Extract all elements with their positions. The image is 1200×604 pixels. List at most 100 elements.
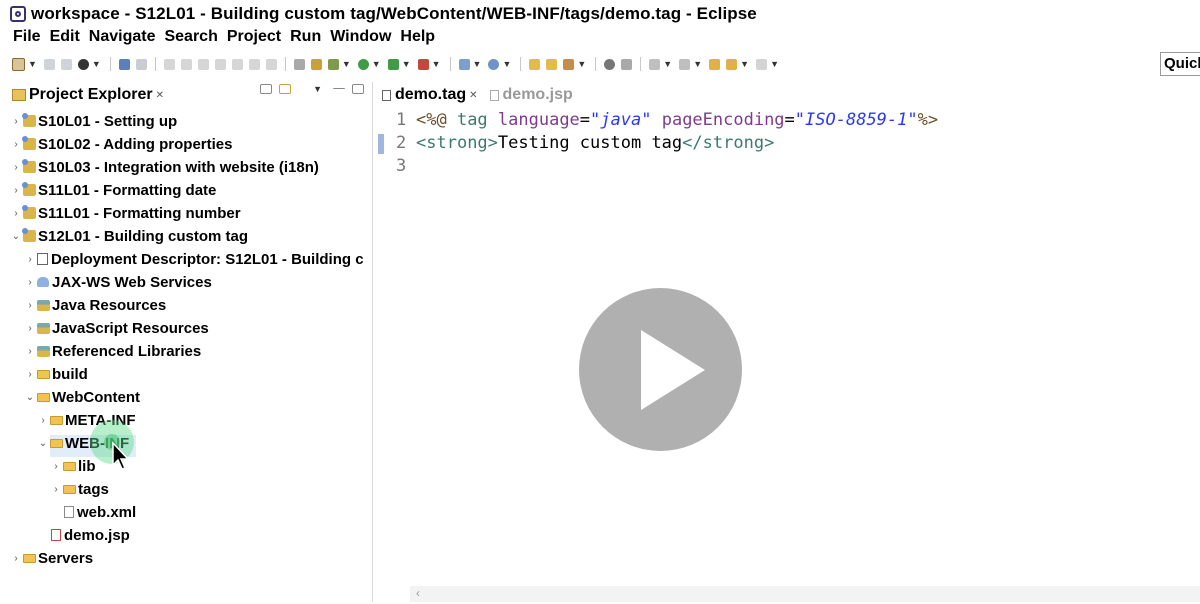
chevron-right-icon[interactable]: › xyxy=(24,300,36,311)
code-line[interactable]: 3 xyxy=(396,154,416,177)
disconnect-icon[interactable] xyxy=(214,58,226,70)
save-icon[interactable] xyxy=(43,58,55,70)
chevron-down-icon[interactable]: ▼ xyxy=(740,59,749,69)
close-icon[interactable]: ✕ xyxy=(156,90,164,101)
tree-item-tags[interactable]: › tags xyxy=(50,478,109,500)
chevron-down-icon[interactable]: ▼ xyxy=(577,59,586,69)
chevron-right-icon[interactable]: › xyxy=(50,484,62,495)
annotation-icon[interactable] xyxy=(621,58,633,70)
chevron-right-icon[interactable]: › xyxy=(10,116,22,127)
menu-search[interactable]: Search xyxy=(164,28,217,46)
code-line[interactable]: 2 < strong > Testing custom tag </strong > xyxy=(396,131,774,154)
step-return-icon[interactable] xyxy=(265,58,277,70)
chevron-down-icon[interactable]: ⌄ xyxy=(24,392,36,403)
menu-window[interactable]: Window xyxy=(330,28,391,46)
bug-icon[interactable] xyxy=(327,58,339,70)
menu-run[interactable]: Run xyxy=(290,28,321,46)
new-server-icon[interactable] xyxy=(458,58,470,70)
tree-item-s10l02[interactable]: › S10L02 - Adding properties xyxy=(10,133,232,155)
code-line[interactable]: 1 <%@ tag language = "java" pageEncoding = "I… xyxy=(396,108,938,131)
tree-item-s11l01-date[interactable]: › S11L01 - Formatting date xyxy=(10,179,216,201)
step-over-icon[interactable] xyxy=(248,58,260,70)
menu-help[interactable]: Help xyxy=(400,28,435,46)
chevron-right-icon[interactable]: › xyxy=(10,185,22,196)
menu-edit[interactable]: Edit xyxy=(50,28,80,46)
chevron-down-icon[interactable]: ▼ xyxy=(770,59,779,69)
menu-project[interactable]: Project xyxy=(227,28,281,46)
chevron-down-icon[interactable]: ▼ xyxy=(402,59,411,69)
horizontal-scrollbar[interactable]: ‹ xyxy=(410,586,1200,602)
run-icon[interactable] xyxy=(357,58,369,70)
chevron-down-icon[interactable]: ▼ xyxy=(28,59,37,69)
tree-item-s12l01[interactable]: ⌄ S12L01 - Building custom tag xyxy=(10,225,248,247)
chevron-right-icon[interactable]: › xyxy=(10,139,22,150)
filter-icon[interactable] xyxy=(298,84,306,94)
chevron-left-icon[interactable]: ‹ xyxy=(416,586,420,600)
menu-navigate[interactable]: Navigate xyxy=(89,28,156,46)
next-annotation-icon[interactable] xyxy=(649,58,661,70)
build-icon[interactable] xyxy=(310,58,322,70)
chevron-down-icon[interactable]: ⌄ xyxy=(37,438,49,449)
maximize-icon[interactable] xyxy=(352,84,364,94)
tree-item-java-resources[interactable]: › Java Resources xyxy=(24,294,166,316)
tree-item-referenced-libraries[interactable]: › Referenced Libraries xyxy=(24,340,201,362)
chevron-down-icon[interactable]: ▼ xyxy=(693,59,702,69)
link-editor-icon[interactable] xyxy=(279,84,292,94)
search-icon[interactable] xyxy=(563,58,575,70)
skip-breakpoints-icon[interactable] xyxy=(135,58,147,70)
resume-icon[interactable] xyxy=(163,58,175,70)
open-task-icon[interactable] xyxy=(546,58,558,70)
chevron-down-icon[interactable]: ▼ xyxy=(473,59,482,69)
minimize-icon[interactable] xyxy=(333,88,345,90)
chevron-right-icon[interactable]: › xyxy=(24,323,36,334)
format-icon[interactable] xyxy=(293,58,305,70)
back-icon[interactable] xyxy=(726,58,738,70)
tab-demo-jsp[interactable]: demo.jsp xyxy=(484,82,579,108)
chevron-right-icon[interactable]: › xyxy=(10,208,22,219)
tree-item-javascript-resources[interactable]: › JavaScript Resources xyxy=(24,317,208,339)
collapse-all-icon[interactable] xyxy=(260,84,273,94)
new-java-class-icon[interactable] xyxy=(488,58,500,70)
tree-item-s10l01[interactable]: › S10L01 - Setting up xyxy=(10,110,177,132)
project-explorer-tab[interactable]: Project Explorer ✕ xyxy=(6,82,164,108)
publish-icon[interactable] xyxy=(77,58,89,70)
chevron-right-icon[interactable]: › xyxy=(24,369,36,380)
chevron-down-icon[interactable]: ▼ xyxy=(663,59,672,69)
chevron-right-icon[interactable]: › xyxy=(24,277,36,288)
tree-item-build[interactable]: › build xyxy=(24,363,88,385)
external-tools-icon[interactable] xyxy=(417,58,429,70)
prev-annotation-icon[interactable] xyxy=(679,58,691,70)
save-all-icon[interactable] xyxy=(60,58,72,70)
chevron-down-icon[interactable]: ⌄ xyxy=(10,231,22,242)
tree-item-s10l03[interactable]: › S10L03 - Integration with website (i18… xyxy=(10,156,319,178)
terminate-icon[interactable] xyxy=(197,58,209,70)
close-icon[interactable]: ✕ xyxy=(469,90,477,101)
chevron-right-icon[interactable]: › xyxy=(37,415,49,426)
last-edit-icon[interactable] xyxy=(709,58,721,70)
chevron-right-icon[interactable]: › xyxy=(50,461,62,472)
tree-item-s11l01-number[interactable]: › S11L01 - Formatting number xyxy=(10,202,240,224)
tree-item-servers[interactable]: › Servers xyxy=(10,547,93,569)
suspend-icon[interactable] xyxy=(180,58,192,70)
chevron-down-icon[interactable]: ▼ xyxy=(372,59,381,69)
tree-item-jax-ws[interactable]: › JAX-WS Web Services xyxy=(24,271,211,293)
chevron-right-icon[interactable]: › xyxy=(24,346,36,357)
chevron-right-icon[interactable]: › xyxy=(24,254,36,265)
chevron-right-icon[interactable]: › xyxy=(10,553,22,564)
quick-access-field[interactable]: Quick xyxy=(1160,52,1200,76)
code-editor[interactable]: 1 <%@ tag language = "java" pageEncoding = "I… xyxy=(376,108,1200,602)
toggle-mark-icon[interactable] xyxy=(604,58,616,70)
tree-item-demo-jsp[interactable]: demo.jsp xyxy=(49,524,130,546)
tree-item-webcontent[interactable]: ⌄ WebContent xyxy=(24,386,140,408)
tree-item-lib[interactable]: › lib xyxy=(50,455,95,477)
coverage-icon[interactable] xyxy=(387,58,399,70)
chevron-down-icon[interactable]: ▼ xyxy=(432,59,441,69)
chevron-right-icon[interactable]: › xyxy=(10,162,22,173)
chevron-down-icon[interactable]: ▼ xyxy=(92,59,101,69)
open-type-icon[interactable] xyxy=(529,58,541,70)
tree-item-web-xml[interactable]: web.xml xyxy=(62,501,136,523)
new-icon[interactable] xyxy=(12,57,25,71)
chevron-down-icon[interactable]: ▼ xyxy=(502,59,511,69)
view-menu-icon[interactable]: ▼ xyxy=(313,84,322,94)
terminal-icon[interactable] xyxy=(118,58,130,70)
